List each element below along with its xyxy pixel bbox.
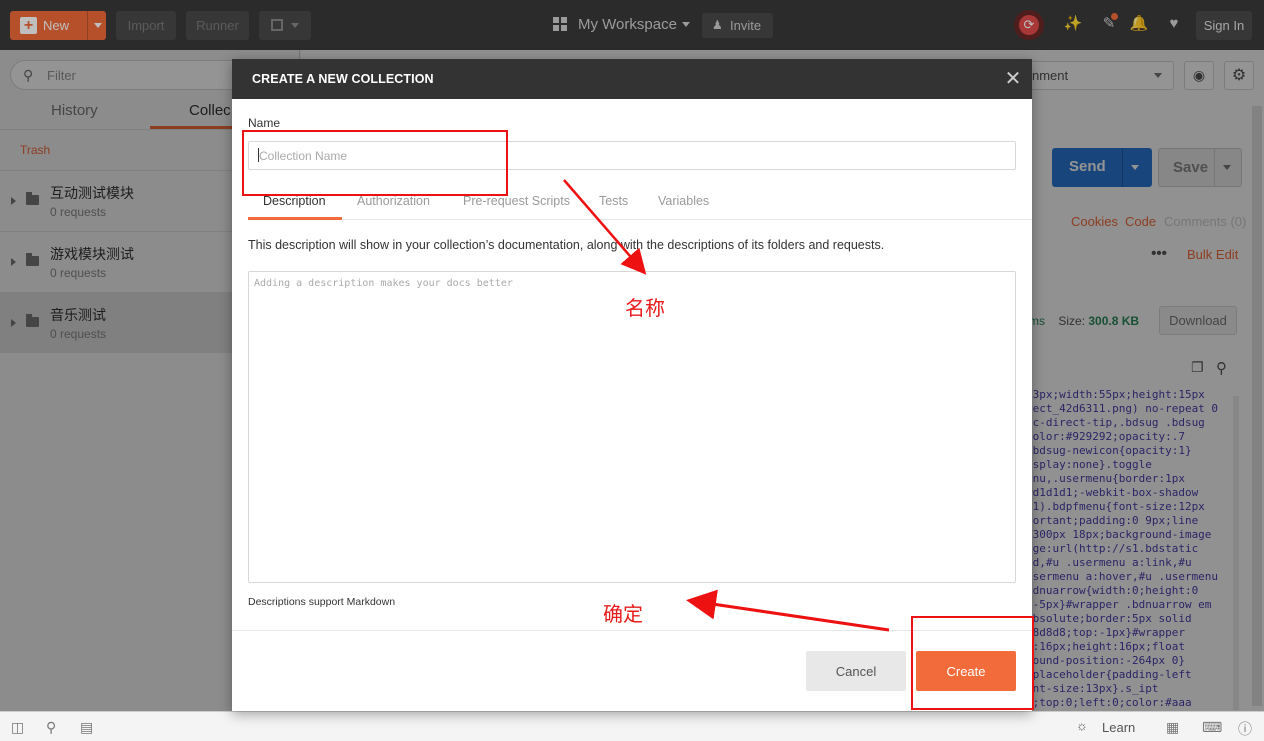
tab-description[interactable]: Description [263,194,326,208]
tab-pre-request-scripts[interactable]: Pre-request Scripts [463,194,570,208]
find-icon[interactable]: ⚲ [46,719,56,736]
modal-backdrop-header [0,0,1264,50]
modal-header: CREATE A NEW COLLECTION ✕ [232,59,1032,99]
learn-label: Learn [1102,720,1136,735]
annotation-box-name [242,130,508,196]
annotation-label-confirm: 确定 [603,602,643,626]
sidebar-toggle-icon[interactable]: ◫ [11,719,24,736]
modal-title: CREATE A NEW COLLECTION [252,72,434,86]
learn-button[interactable]: ☼ Learn [1076,718,1135,735]
two-pane-icon[interactable]: ▦ [1166,719,1179,736]
close-icon[interactable]: ✕ [1002,68,1024,90]
tab-tests[interactable]: Tests [599,194,628,208]
tab-authorization[interactable]: Authorization [357,194,430,208]
console-icon[interactable]: ▤ [80,719,93,736]
annotation-box-create [911,616,1034,710]
name-label: Name [248,116,281,130]
lightbulb-icon: ☼ [1076,718,1088,733]
status-bar: ◫ ⚲ ▤ ☼ Learn ▦ ⌨ ⓘ [0,711,1264,741]
tab-variables[interactable]: Variables [658,194,709,208]
help-icon[interactable]: ⓘ [1238,719,1252,739]
cancel-button[interactable]: Cancel [806,651,906,691]
markdown-note: Descriptions support Markdown [248,596,396,608]
active-tab-indicator [248,217,342,220]
keyboard-icon[interactable]: ⌨ [1202,719,1222,736]
description-help-text: This description will show in your colle… [248,238,885,252]
annotation-label-name: 名称 [625,296,665,320]
